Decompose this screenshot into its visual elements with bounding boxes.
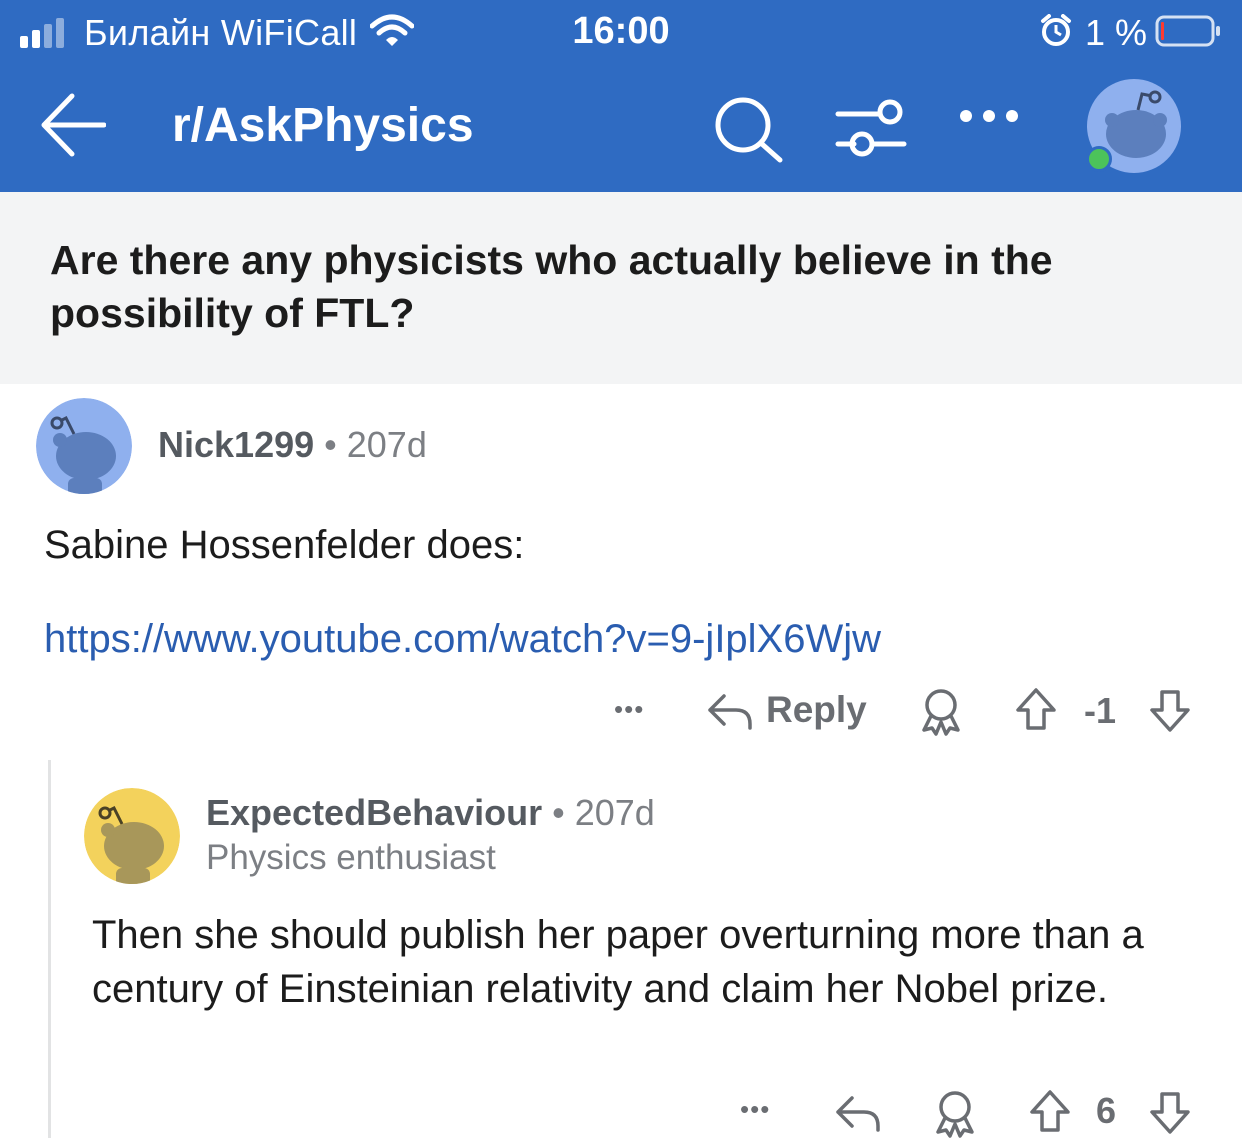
reply-button[interactable]: Reply [706, 688, 867, 732]
comment-text: Then she should publish her paper overtu… [92, 913, 1144, 1011]
separator-dot: • [324, 424, 337, 465]
comment-body: Sabine Hossenfelder does: https://www.yo… [44, 518, 1204, 666]
comment-meta: Nick1299 • 207d [158, 424, 427, 466]
online-status-dot [1086, 146, 1112, 172]
separator-dot: • [552, 792, 565, 833]
reply-icon[interactable] [834, 1090, 882, 1134]
battery-percent: 1 % [1085, 12, 1148, 53]
comment-age: 207d [346, 424, 427, 465]
upvote-icon[interactable] [1014, 686, 1058, 732]
comment-meta: ExpectedBehaviour • 207d [206, 792, 655, 834]
vote-score: -1 [1084, 690, 1117, 731]
award-icon[interactable] [930, 1088, 980, 1138]
comment-more-button[interactable]: ••• [740, 1094, 770, 1125]
post-title: Are there any physicists who actually be… [50, 237, 1053, 336]
reply-label: Reply [766, 689, 867, 730]
alarm-icon [1041, 14, 1071, 46]
thread-indent-line[interactable] [48, 760, 51, 1138]
post-title-area: Are there any physicists who actually be… [0, 192, 1242, 384]
status-bar: Билайн WiFiCall 16:00 1 % [0, 0, 1242, 64]
downvote-icon[interactable] [1148, 688, 1192, 734]
app-header: Билайн WiFiCall 16:00 1 % r/AskPhysics [0, 0, 1242, 192]
commenter-avatar[interactable] [36, 398, 132, 494]
user-avatar[interactable] [1086, 78, 1182, 174]
subreddit-title[interactable]: r/AskPhysics [172, 98, 474, 153]
vote-score: 6 [1096, 1090, 1117, 1131]
comment-more-button[interactable]: ••• [614, 694, 644, 725]
award-icon[interactable] [916, 686, 966, 736]
downvote-icon[interactable] [1148, 1090, 1192, 1136]
nav-bar: r/AskPhysics [0, 64, 1242, 192]
comment-username[interactable]: ExpectedBehaviour [206, 792, 542, 833]
comment-username[interactable]: Nick1299 [158, 424, 314, 465]
upvote-icon[interactable] [1028, 1088, 1072, 1134]
battery-icon [1155, 15, 1220, 47]
comment-age: 207d [574, 792, 655, 833]
reply-icon [708, 694, 752, 730]
user-flair: Physics enthusiast [206, 838, 496, 877]
search-icon[interactable] [712, 94, 786, 164]
comment-text: Sabine Hossenfelder does: [44, 523, 525, 567]
back-arrow-icon[interactable] [38, 90, 106, 160]
more-icon[interactable] [958, 108, 1022, 124]
comment-link[interactable]: https://www.youtube.com/watch?v=9-jIplX6… [44, 612, 1204, 666]
commenter-avatar[interactable] [84, 788, 180, 884]
filter-icon[interactable] [832, 94, 908, 162]
